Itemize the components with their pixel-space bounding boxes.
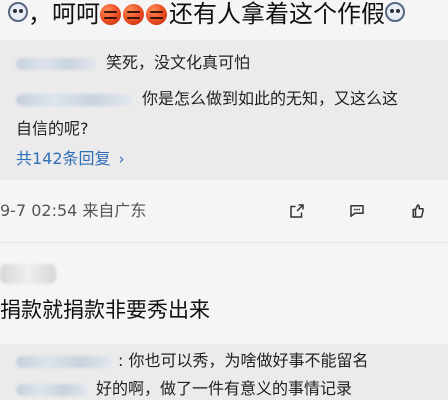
- second-comment: 捐款就捐款非要秀出来 : 你也可以秀，为啥做好事不能留名 好的啊，做了一件有意义…: [0, 244, 448, 400]
- second-reply-text-2: 好的啊，做了一件有意义的事情记录: [96, 379, 353, 398]
- top-prefix: ，呵呵: [28, 0, 100, 28]
- thumbs-up-icon[interactable]: [406, 200, 428, 222]
- comment-meta-text: 9-7 02:54 来自广东: [0, 201, 147, 220]
- section-divider: [0, 242, 448, 243]
- reply-line-1: 笑死，没文化真可怕: [16, 52, 250, 74]
- top-comment-text: ，呵呵 还有人拿着这个作假: [8, 0, 405, 28]
- reply-line-2: 你是怎么做到如此的无知，又这么这: [16, 88, 398, 110]
- dog-emoji-icon-2: [385, 2, 405, 22]
- angry-emoji-icon-2: [123, 4, 144, 25]
- second-comment-text: 捐款就捐款非要秀出来: [0, 298, 210, 322]
- comment-icon[interactable]: [346, 200, 368, 222]
- blurred-username-3: [0, 264, 56, 284]
- more-replies-link[interactable]: 共142条回复 ›: [16, 148, 125, 170]
- chevron-right-icon: ›: [118, 150, 125, 168]
- dog-emoji-icon: [8, 2, 28, 22]
- second-comment-replies: : 你也可以秀，为啥做好事不能留名 好的啊，做了一件有意义的事情记录: [0, 344, 448, 400]
- share-icon[interactable]: [286, 200, 308, 222]
- angry-emoji-icon-3: [146, 4, 167, 25]
- reply-text-3: 自信的呢?: [16, 119, 89, 138]
- blurred-username-5: [16, 383, 88, 396]
- top-suffix: 还有人拿着这个作假: [169, 0, 385, 28]
- reply-text-1: 笑死，没文化真可怕: [106, 53, 251, 72]
- comment-meta-row: 9-7 02:54 来自广东: [0, 190, 448, 230]
- angry-emoji-icon-1: [100, 4, 121, 25]
- second-reply-line-1: : 你也可以秀，为啥做好事不能留名: [16, 350, 368, 372]
- blurred-username-1: [16, 57, 96, 70]
- blurred-username-4: [16, 355, 112, 368]
- second-reply-line-2: 好的啊，做了一件有意义的事情记录: [16, 378, 352, 400]
- second-reply-text-1: : 你也可以秀，为啥做好事不能留名: [118, 351, 369, 370]
- blurred-username-2: [16, 93, 132, 106]
- reply-line-3: 自信的呢?: [16, 118, 89, 140]
- reply-text-2: 你是怎么做到如此的无知，又这么这: [142, 89, 399, 108]
- comment-actions: [286, 200, 428, 222]
- top-comment-fragment: ，呵呵 还有人拿着这个作假: [0, 0, 448, 40]
- reply-preview-box: 笑死，没文化真可怕 你是怎么做到如此的无知，又这么这 自信的呢? 共142条回复…: [0, 40, 448, 180]
- more-replies-label: 共142条回复: [16, 149, 111, 168]
